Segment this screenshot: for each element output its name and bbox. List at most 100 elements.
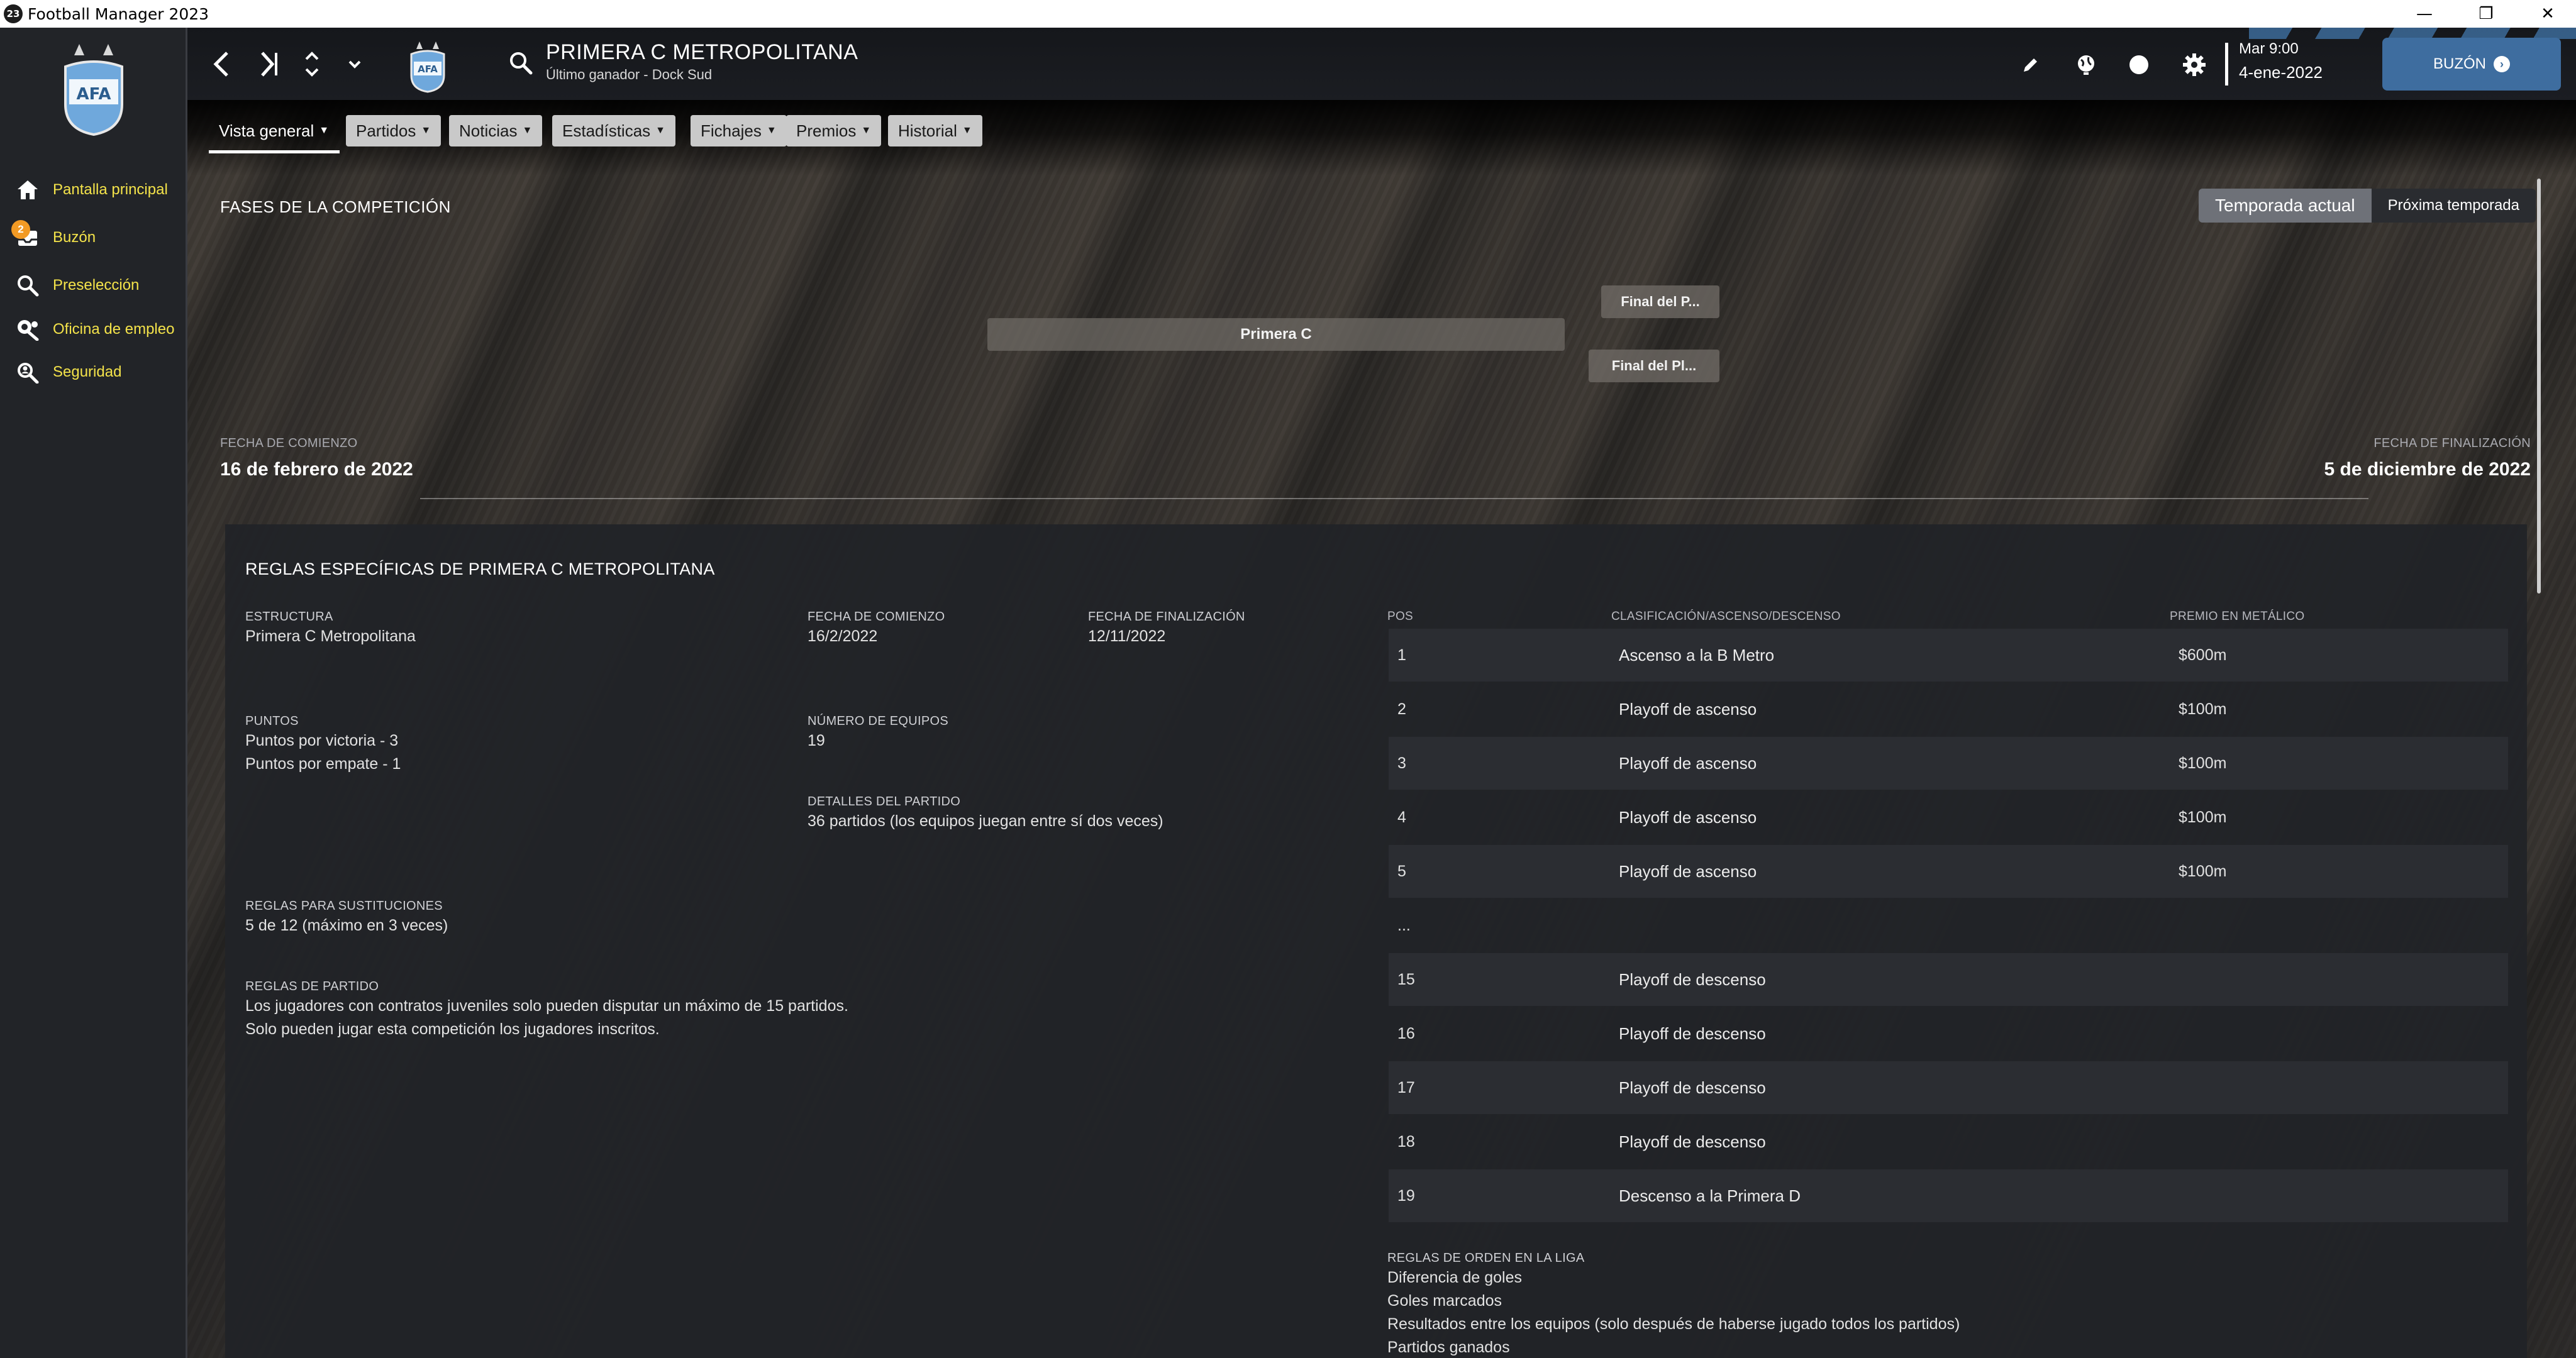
- restore-button[interactable]: ❐: [2458, 0, 2514, 28]
- status-circle-icon[interactable]: [2122, 48, 2156, 82]
- rules-panel: REGLAS ESPECÍFICAS DE PRIMERA C METROPOL…: [225, 524, 2527, 1358]
- search-icon[interactable]: [508, 50, 536, 78]
- tab-transfers[interactable]: Fichajes ▼: [691, 115, 787, 146]
- back-button[interactable]: [203, 45, 240, 83]
- table-row: ...: [1389, 899, 2508, 952]
- stage-primera-c[interactable]: Primera C: [987, 318, 1565, 351]
- row-pos: 2: [1397, 700, 1406, 718]
- table-row: 16 Playoff de descenso: [1389, 1007, 2508, 1060]
- col-header-prize: PREMIO EN METÁLICO: [2170, 610, 2305, 623]
- competition-crest-icon[interactable]: AFA: [409, 40, 447, 93]
- row-prize: $100m: [2179, 862, 2227, 880]
- stages-title: FASES DE LA COMPETICIÓN: [220, 197, 451, 216]
- close-button[interactable]: ✕: [2519, 0, 2576, 28]
- match-details-value: 36 partidos (los equipos juegan entre sí…: [808, 812, 1163, 830]
- tab-label: Fichajes: [701, 121, 762, 140]
- inbox-continue-button[interactable]: BUZÓN ›: [2382, 38, 2561, 91]
- row-pos: 4: [1397, 808, 1406, 826]
- sidebar-item-job-office[interactable]: Oficina de empleo: [0, 309, 186, 350]
- points-win: Puntos por victoria - 3: [245, 732, 399, 749]
- start-date-value: 16 de febrero de 2022: [220, 459, 413, 480]
- chevron-down-icon: ▼: [766, 125, 777, 136]
- sidebar-item-inbox[interactable]: 2 Buzón: [0, 218, 186, 258]
- row-prize: $600m: [2179, 646, 2227, 664]
- inbox-icon: 2: [11, 220, 42, 251]
- match-rule-2: Solo pueden jugar esta competición los j…: [245, 1020, 660, 1038]
- table-row: 17 Playoff de descenso: [1389, 1061, 2508, 1114]
- tab-awards[interactable]: Premios ▼: [786, 115, 882, 146]
- next-season-button[interactable]: Próxima temporada: [2372, 189, 2536, 223]
- row-classification: Playoff de descenso: [1619, 1132, 1766, 1151]
- season-toggle: Temporada actual Próxima temporada: [2199, 189, 2536, 223]
- chevron-down-icon: ▼: [522, 125, 533, 136]
- sidebar: AFA Pantalla principal 2 Buzón Preselecc…: [0, 28, 187, 1358]
- tab-matches[interactable]: Partidos ▼: [346, 115, 441, 146]
- search-icon: [14, 272, 42, 299]
- table-row: 5 Playoff de ascenso $100m: [1389, 845, 2508, 898]
- teams-label: NÚMERO DE EQUIPOS: [808, 714, 949, 728]
- row-pos: 19: [1397, 1186, 1415, 1205]
- col-header-pos: POS: [1387, 610, 1414, 623]
- tab-news[interactable]: Noticias ▼: [449, 115, 543, 146]
- table-row: 1 Ascenso a la B Metro $600m: [1389, 629, 2508, 682]
- game-time: Mar 9:00: [2239, 40, 2299, 57]
- scroll-updown-button[interactable]: [293, 45, 331, 83]
- tab-overview[interactable]: Vista general ▼: [209, 115, 339, 146]
- start-date-label: FECHA DE COMIENZO: [220, 436, 358, 450]
- job-office-icon: [14, 316, 42, 343]
- tab-label: Estadísticas: [562, 121, 651, 140]
- sidebar-item-label: Pantalla principal: [53, 181, 168, 198]
- security-icon: [14, 358, 42, 386]
- competition-title: PRIMERA C METROPOLITANA: [546, 40, 858, 64]
- sidebar-item-shortlist[interactable]: Preselección: [0, 265, 186, 306]
- club-crest-icon[interactable]: AFA: [60, 41, 127, 136]
- order-rule-2: Goles marcados: [1387, 1292, 1502, 1310]
- row-prize: $100m: [2179, 700, 2227, 718]
- match-details-label: DETALLES DEL PARTIDO: [808, 795, 961, 809]
- gear-icon[interactable]: [2177, 48, 2211, 82]
- svg-text:AFA: AFA: [418, 63, 438, 75]
- forward-button[interactable]: [250, 45, 288, 83]
- home-icon: [14, 176, 42, 204]
- tab-stats[interactable]: Estadísticas ▼: [552, 115, 676, 146]
- chevron-down-icon: ▼: [319, 125, 330, 136]
- row-classification: Playoff de ascenso: [1619, 753, 1757, 773]
- row-classification: Playoff de descenso: [1619, 969, 1766, 989]
- row-pos: 3: [1397, 754, 1406, 772]
- header-bar: AFA PRIMERA C METROPOLITANA Último ganad…: [187, 28, 2576, 100]
- svg-text:AFA: AFA: [76, 85, 111, 104]
- subs-label: REGLAS PARA SUSTITUCIONES: [245, 899, 443, 913]
- edit-icon[interactable]: [2014, 48, 2048, 82]
- stage-final-1[interactable]: Final del P...: [1601, 285, 1719, 318]
- sidebar-item-label: Seguridad: [53, 363, 122, 380]
- row-classification: Playoff de descenso: [1619, 1078, 1766, 1097]
- active-tab-indicator: [209, 150, 340, 153]
- tab-history[interactable]: Historial ▼: [888, 115, 982, 146]
- tab-label: Premios: [796, 121, 857, 140]
- chevron-down-icon[interactable]: [336, 45, 374, 83]
- sidebar-item-security[interactable]: Seguridad: [0, 352, 186, 392]
- main-area: AFA PRIMERA C METROPOLITANA Último ganad…: [187, 28, 2576, 1358]
- world-icon[interactable]: [2069, 48, 2103, 82]
- sidebar-item-label: Oficina de empleo: [53, 321, 175, 338]
- sidebar-item-home[interactable]: Pantalla principal: [0, 170, 186, 210]
- row-pos: 1: [1397, 646, 1406, 664]
- current-season-button[interactable]: Temporada actual: [2199, 189, 2372, 223]
- minimize-button[interactable]: —: [2396, 0, 2453, 28]
- rules-end-label: FECHA DE FINALIZACIÓN: [1088, 610, 1245, 624]
- content-scrollbar[interactable]: [2537, 179, 2541, 593]
- chevron-down-icon: ▼: [655, 125, 666, 136]
- row-classification: Ascenso a la B Metro: [1619, 645, 1775, 665]
- points-draw: Puntos por empate - 1: [245, 755, 401, 773]
- table-row: 19 Descenso a la Primera D: [1389, 1169, 2508, 1222]
- tab-label: Noticias: [459, 121, 518, 140]
- table-row: 2 Playoff de ascenso $100m: [1389, 683, 2508, 736]
- stage-final-2[interactable]: Final del Pl...: [1589, 350, 1719, 382]
- game-date-value: 4-ene-2022: [2239, 63, 2323, 82]
- tab-bar: Vista general ▼ Partidos ▼ Noticias ▼ Estad…: [187, 100, 2576, 175]
- window-titlebar: 23 Football Manager 2023 — ❐ ✕: [0, 0, 2576, 28]
- competition-subtitle: Último ganador - Dock Sud: [546, 67, 713, 82]
- row-classification: Playoff de ascenso: [1619, 807, 1757, 827]
- game-date[interactable]: Mar 9:00 4-ene-2022: [2225, 40, 2323, 86]
- chevron-down-icon: ▼: [421, 125, 431, 136]
